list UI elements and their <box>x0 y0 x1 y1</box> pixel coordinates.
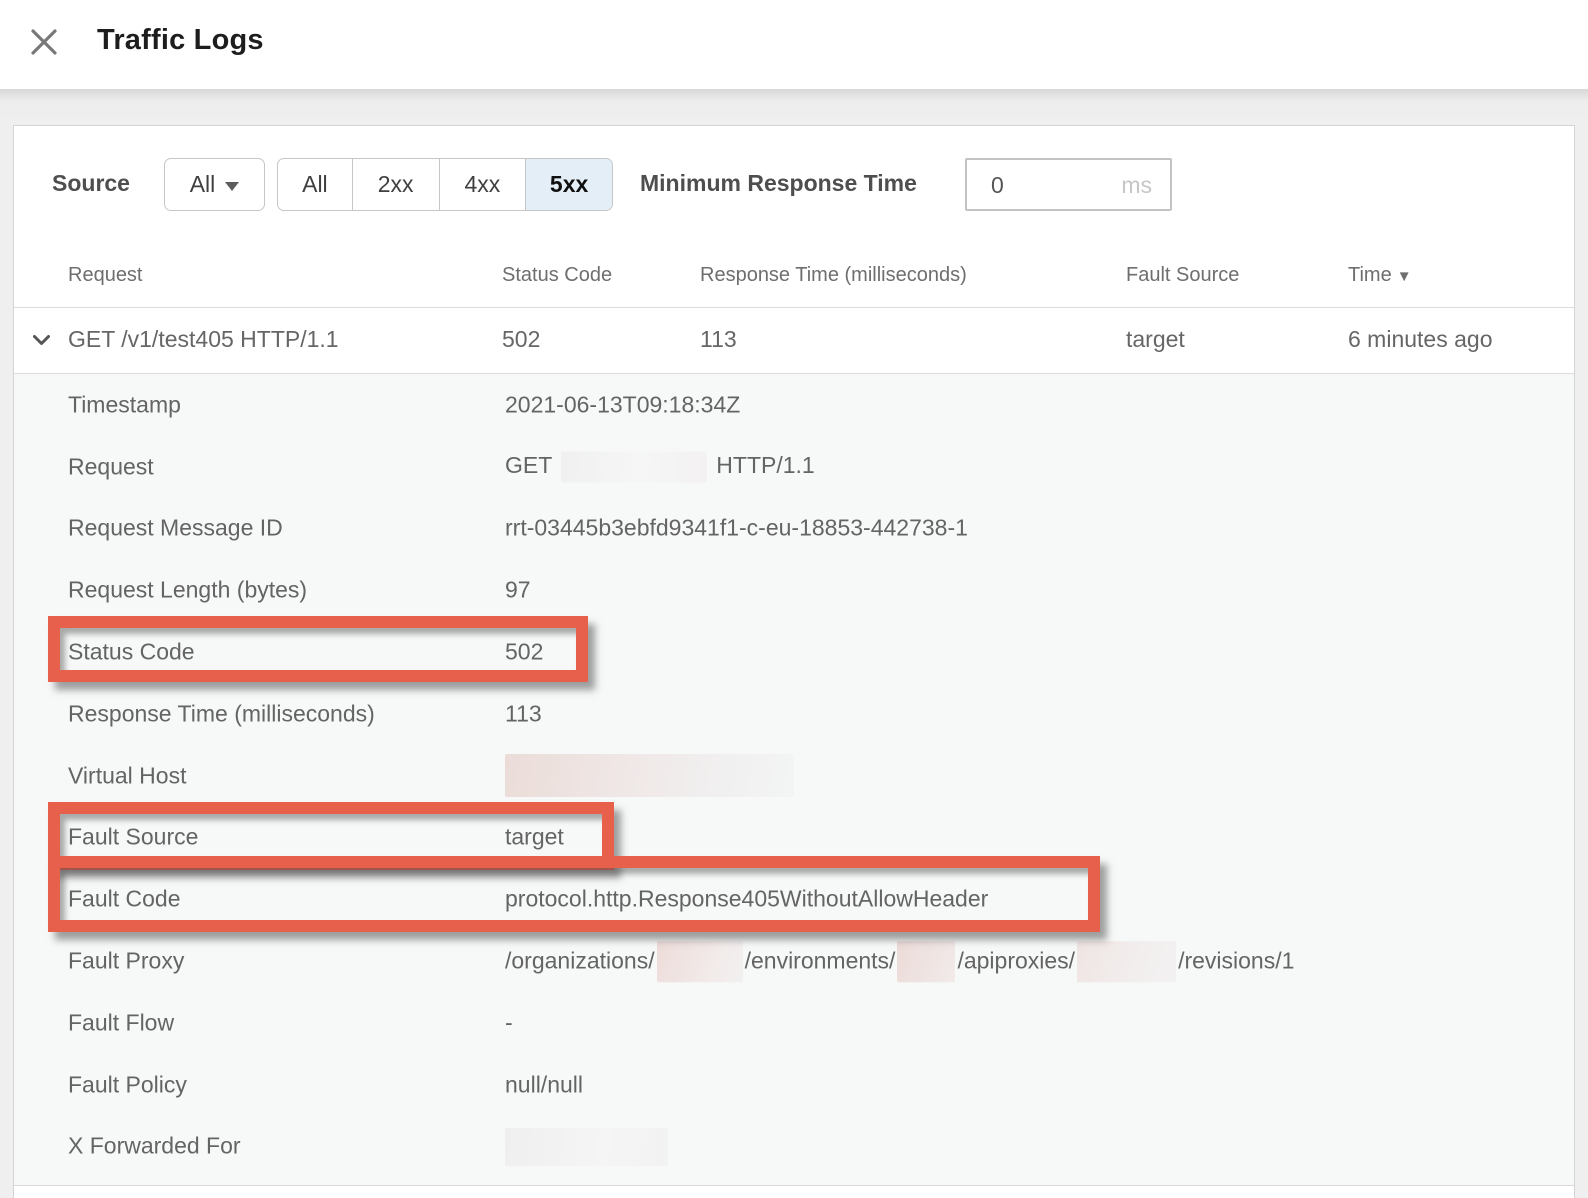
status-filter-2xx[interactable]: 2xx <box>352 159 439 210</box>
detail-value: null/null <box>505 1071 583 1098</box>
detail-value: 113 <box>505 700 542 727</box>
detail-label: Fault Source <box>68 824 198 851</box>
detail-value: GET HTTP/1.1 <box>505 451 815 482</box>
log-row-response-time: 113 <box>700 326 737 353</box>
app-header: Traffic Logs <box>0 0 1588 89</box>
detail-label: Virtual Host <box>68 762 186 789</box>
detail-row-response-time: Response Time (milliseconds) 113 <box>14 683 1574 745</box>
detail-row-fault-proxy: Fault Proxy /organizations/ /environments… <box>14 930 1574 992</box>
min-response-time-unit: ms <box>1121 172 1152 199</box>
detail-row-request-message-id: Request Message ID rrt-03445b3ebfd9341f1… <box>14 498 1574 560</box>
detail-value: - <box>505 1009 513 1036</box>
detail-row-fault-flow: Fault Flow - <box>14 992 1574 1054</box>
redacted-value <box>1077 942 1176 983</box>
detail-label: Timestamp <box>68 391 181 418</box>
page-title: Traffic Logs <box>97 24 264 57</box>
column-header-status-code: Status Code <box>502 264 612 287</box>
close-icon[interactable] <box>26 24 66 64</box>
log-row[interactable]: GET /v1/test405 HTTP/1.1 502 113 target … <box>14 308 1574 373</box>
log-row-time: 6 minutes ago <box>1348 326 1492 353</box>
source-dropdown-value: All <box>190 171 216 198</box>
detail-label: Request Length (bytes) <box>68 577 307 604</box>
log-detail-panel: Timestamp 2021-06-13T09:18:34Z Request G… <box>14 374 1574 1186</box>
status-filter-all[interactable]: All <box>278 159 352 210</box>
column-header-time-label: Time <box>1348 264 1392 286</box>
detail-row-request-length: Request Length (bytes) 97 <box>14 559 1574 621</box>
detail-label: Fault Code <box>68 886 181 913</box>
detail-label: Fault Proxy <box>68 948 184 975</box>
log-row-request: GET /v1/test405 HTTP/1.1 <box>68 326 339 353</box>
redacted-value <box>897 942 955 983</box>
min-response-time-label: Minimum Response Time <box>640 170 917 197</box>
detail-row-fault-source: Fault Source target <box>14 807 1574 869</box>
chevron-down-icon <box>225 182 239 191</box>
fault-proxy-segment: /apiproxies/ <box>957 947 1075 973</box>
redacted-value <box>505 1128 668 1166</box>
detail-label: Response Time (milliseconds) <box>68 700 375 727</box>
detail-label: X Forwarded For <box>68 1133 241 1160</box>
detail-row-fault-policy: Fault Policy null/null <box>14 1054 1574 1116</box>
status-filter-4xx[interactable]: 4xx <box>439 159 526 210</box>
status-filter-group: All 2xx 4xx 5xx <box>277 158 613 211</box>
column-header-request: Request <box>68 264 143 287</box>
detail-value: 502 <box>505 639 543 666</box>
min-response-time-value: 0 <box>991 172 1004 199</box>
request-protocol: HTTP/1.1 <box>716 452 814 478</box>
detail-row-fault-code: Fault Code protocol.http.Response405With… <box>14 868 1574 930</box>
chevron-down-icon[interactable] <box>32 334 51 352</box>
source-dropdown[interactable]: All <box>164 158 265 211</box>
request-method: GET <box>505 452 552 478</box>
log-row-fault-source: target <box>1126 326 1185 353</box>
detail-row-status-code: Status Code 502 <box>14 621 1574 683</box>
sort-desc-icon: ▼ <box>1397 268 1412 285</box>
status-filter-5xx[interactable]: 5xx <box>525 159 612 210</box>
traffic-logs-panel: Source All All 2xx 4xx 5xx Minimum Respo… <box>13 125 1575 1198</box>
detail-value: target <box>505 824 564 851</box>
redacted-value <box>505 754 794 797</box>
log-row-status-code: 502 <box>502 326 540 353</box>
column-header-time[interactable]: Time ▼ <box>1348 264 1412 287</box>
detail-value: 2021-06-13T09:18:34Z <box>505 391 740 418</box>
redacted-value <box>561 451 707 482</box>
detail-label: Fault Policy <box>68 1071 187 1098</box>
fault-proxy-segment: /revisions/1 <box>1178 947 1294 973</box>
detail-value: /organizations/ /environments/ /apiproxies… <box>505 947 1294 974</box>
detail-row-x-forwarded-for: X Forwarded For <box>14 1116 1574 1178</box>
column-header-response-time: Response Time (milliseconds) <box>700 264 967 287</box>
detail-label: Request <box>68 453 154 480</box>
column-header-fault-source: Fault Source <box>1126 264 1239 287</box>
min-response-time-input[interactable]: 0 ms <box>965 158 1172 211</box>
redacted-value <box>657 942 743 983</box>
source-label: Source <box>52 170 130 197</box>
fault-proxy-segment: /environments/ <box>745 947 896 973</box>
detail-row-timestamp: Timestamp 2021-06-13T09:18:34Z <box>14 374 1574 436</box>
detail-row-request: Request GET HTTP/1.1 <box>14 436 1574 498</box>
fault-proxy-segment: /organizations/ <box>505 947 655 973</box>
detail-label: Fault Flow <box>68 1009 174 1036</box>
detail-label: Status Code <box>68 639 195 666</box>
detail-row-virtual-host: Virtual Host <box>14 745 1574 807</box>
detail-value: protocol.http.Response405WithoutAllowHea… <box>505 886 988 913</box>
detail-value: rrt-03445b3ebfd9341f1-c-eu-18853-442738-… <box>505 515 968 542</box>
detail-label: Request Message ID <box>68 515 283 542</box>
detail-value: 97 <box>505 577 531 604</box>
